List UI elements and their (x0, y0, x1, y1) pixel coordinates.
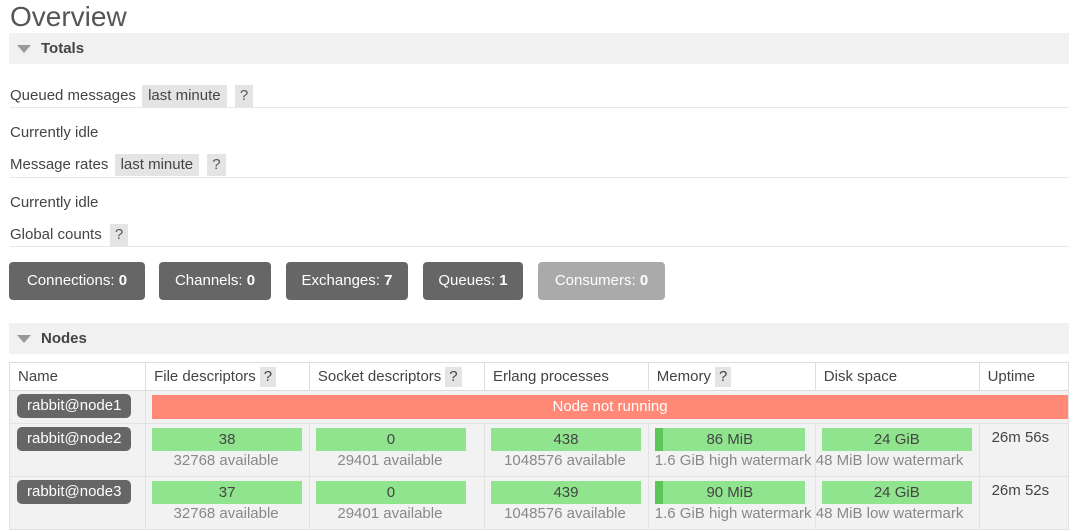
erlang-processes-available: 1048576 available (504, 452, 626, 469)
table-row: rabbit@node3 37 32768 available 0 29401 … (8, 476, 1069, 530)
table-header-row: Name File descriptors? Socket descriptor… (8, 362, 1069, 391)
count-value: 1 (499, 272, 508, 289)
uptime-value: 26m 56s (991, 429, 1050, 446)
disk-space-bar: 24 GiB (821, 481, 972, 504)
uptime-value: 26m 52s (991, 482, 1050, 499)
table-row: rabbit@node1 Node not running (8, 390, 1069, 424)
help-button[interactable]: ? (714, 366, 732, 387)
node-link[interactable]: rabbit@node3 (17, 480, 132, 504)
channels-count-button[interactable]: Channels: 0 (159, 262, 271, 300)
rates-idle-text: Currently idle (10, 194, 99, 211)
column-header-uptime[interactable]: Uptime (978, 362, 1069, 391)
memory-watermark: 1.6 GiB high watermark (654, 452, 812, 469)
column-header-name[interactable]: Name (8, 362, 147, 391)
totals-header: Totals (41, 40, 85, 57)
nodes-table: Name File descriptors? Socket descriptor… (8, 362, 1069, 530)
nodes-header: Nodes (41, 330, 87, 347)
column-header-memory[interactable]: Memory? (647, 362, 816, 391)
column-header-erlang-processes[interactable]: Erlang processes (483, 362, 649, 391)
divider (10, 246, 1069, 247)
node-link[interactable]: rabbit@node1 (17, 394, 132, 418)
file-descriptors-bar: 38 (152, 428, 303, 451)
table-row: rabbit@node2 38 32768 available 0 29401 … (8, 423, 1069, 477)
divider (10, 107, 1069, 108)
divider (10, 177, 1069, 178)
socket-descriptors-available: 29401 available (337, 452, 443, 469)
consumers-count-button[interactable]: Consumers: 0 (538, 262, 665, 300)
count-label: Channels: (174, 272, 243, 289)
count-label: Exchanges: (301, 272, 380, 289)
erlang-processes-bar: 438 (490, 428, 641, 451)
global-counts-row: Global counts ? (10, 224, 129, 246)
queued-range-selector[interactable]: last minute (142, 85, 227, 107)
disk-watermark: 48 MiB low watermark (815, 452, 964, 469)
queued-idle-text: Currently idle (10, 124, 99, 141)
count-value: 0 (246, 272, 256, 289)
message-rates-label: Message rates (10, 156, 109, 173)
memory-bar: 90 MiB (654, 481, 805, 504)
erlang-processes-bar: 439 (490, 481, 641, 504)
node-status-error: Node not running (152, 395, 1068, 419)
queued-messages-label: Queued messages (10, 87, 136, 104)
file-descriptors-available: 32768 available (173, 505, 279, 522)
rates-range-selector[interactable]: last minute (114, 154, 200, 176)
memory-bar-fill (654, 481, 663, 504)
file-descriptors-bar: 37 (152, 481, 303, 504)
totals-section-toggle[interactable]: Totals (9, 33, 1069, 64)
exchanges-count-button[interactable]: Exchanges: 7 (286, 262, 408, 300)
help-button[interactable]: ? (259, 366, 277, 387)
socket-descriptors-bar: 0 (315, 428, 466, 451)
nodes-section-toggle[interactable]: Nodes (9, 323, 1069, 354)
memory-bar: 86 MiB (654, 428, 805, 451)
queues-count-button[interactable]: Queues: 1 (423, 262, 523, 300)
column-header-socket-descriptors[interactable]: Socket descriptors? (308, 362, 485, 391)
disk-watermark: 48 MiB low watermark (815, 505, 964, 522)
erlang-processes-available: 1048576 available (504, 505, 626, 522)
count-label: Queues: (438, 272, 496, 289)
queued-help-button[interactable]: ? (234, 85, 254, 107)
column-header-file-descriptors[interactable]: File descriptors? (145, 362, 310, 391)
count-label: Connections: (26, 272, 115, 289)
file-descriptors-available: 32768 available (173, 452, 279, 469)
count-value: 0 (639, 272, 649, 289)
page-title: Overview (10, 1, 127, 32)
count-value: 0 (118, 272, 128, 289)
disk-space-bar: 24 GiB (821, 428, 972, 451)
message-rates-row: Message rates last minute ? (10, 154, 226, 176)
collapse-triangle-icon (17, 335, 31, 343)
memory-watermark: 1.6 GiB high watermark (654, 505, 812, 522)
queued-messages-row: Queued messages last minute ? (10, 85, 254, 107)
socket-descriptors-bar: 0 (315, 481, 466, 504)
socket-descriptors-available: 29401 available (337, 505, 443, 522)
global-help-button[interactable]: ? (109, 224, 129, 246)
connections-count-button[interactable]: Connections: 0 (9, 262, 145, 300)
memory-bar-fill (654, 428, 663, 451)
collapse-triangle-icon (17, 45, 31, 53)
help-button[interactable]: ? (445, 366, 462, 387)
count-value: 7 (384, 272, 393, 289)
rates-help-button[interactable]: ? (207, 154, 226, 176)
count-label: Consumers: (554, 272, 636, 289)
node-link[interactable]: rabbit@node2 (17, 427, 132, 451)
global-counts-label: Global counts (10, 226, 102, 243)
column-header-disk-space[interactable]: Disk space (814, 362, 980, 391)
